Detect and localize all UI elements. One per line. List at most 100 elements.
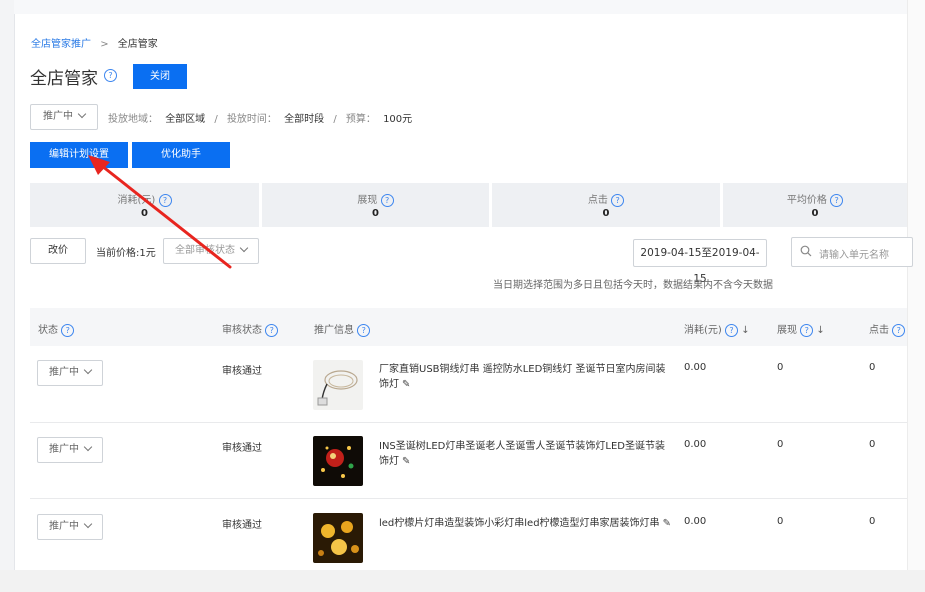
row-impressions: 0 [777, 362, 784, 373]
col-status: 状态 ? [38, 321, 75, 337]
row-clicks: 0 [869, 362, 876, 373]
row-clicks: 0 [869, 516, 876, 527]
product-thumbnail[interactable] [313, 360, 363, 410]
breadcrumb: 全店管家推广 > 全店管家 [31, 35, 158, 50]
help-icon[interactable]: ? [800, 324, 814, 337]
chevron-down-icon [83, 442, 93, 452]
stat-value: 0 [811, 208, 819, 219]
help-icon[interactable]: ? [892, 324, 906, 337]
row-status-dropdown[interactable]: 推广中 [37, 514, 103, 540]
row-divider [30, 498, 907, 499]
edit-pencil-icon[interactable]: ✎ [663, 516, 671, 531]
time-label: 投放时间： [226, 114, 277, 125]
row-clicks: 0 [869, 439, 876, 450]
stat-card-avg-price: 平均价格 ? 0 [723, 183, 907, 227]
help-icon[interactable]: ? [830, 194, 844, 207]
breadcrumb-separator: > [100, 39, 109, 50]
product-title-text: led柠檬片灯串造型装饰小彩灯串led柠檬造型灯串家居装饰灯串 [379, 518, 660, 529]
edit-pencil-icon[interactable]: ✎ [402, 454, 410, 469]
close-button[interactable]: 关闭 [133, 64, 187, 89]
stat-label: 展现 [357, 195, 378, 206]
stat-label: 平均价格 [786, 195, 827, 206]
row-product-title[interactable]: INS圣诞树LED灯串圣诞老人圣诞雪人圣诞节装饰灯LED圣诞节装饰灯 ✎ [379, 439, 671, 469]
stat-card-clicks: 点击 ? 0 [492, 183, 720, 227]
row-impressions: 0 [777, 439, 784, 450]
edit-pencil-icon[interactable]: ✎ [402, 377, 410, 392]
row-status-dropdown[interactable]: 推广中 [37, 437, 103, 463]
right-scroll-area[interactable] [907, 0, 925, 592]
top-edge [14, 0, 907, 14]
help-icon[interactable]: ? [61, 324, 75, 337]
status-dropdown-value: 推广中 [43, 111, 73, 122]
col-info-label: 推广信息 [314, 325, 354, 336]
help-icon[interactable]: ? [104, 69, 117, 82]
status-dropdown[interactable]: 推广中 [30, 104, 98, 130]
help-icon[interactable]: ? [611, 194, 625, 207]
date-range-picker[interactable]: 2019-04-15至2019-04-15 [633, 239, 767, 285]
row-audit-status: 审核通过 [222, 443, 262, 454]
chevron-down-icon [239, 243, 249, 253]
table-header [30, 308, 907, 346]
row-status-dropdown[interactable]: 推广中 [37, 360, 103, 386]
col-clicks-label: 点击 [869, 325, 889, 336]
row-status-value: 推广中 [49, 521, 79, 532]
product-title-text: INS圣诞树LED灯串圣诞老人圣诞雪人圣诞节装饰灯LED圣诞节装饰灯 [379, 441, 665, 467]
budget-label: 预算： [345, 114, 376, 125]
col-impressions-label: 展现 [777, 325, 797, 336]
col-audit: 审核状态 ? [222, 321, 279, 337]
product-image [317, 370, 358, 406]
row-audit-status: 审核通过 [222, 520, 262, 531]
help-icon[interactable]: ? [357, 324, 371, 337]
search-icon [800, 245, 812, 257]
region-label: 投放地域： [108, 114, 158, 125]
breadcrumb-parent-link[interactable]: 全店管家推广 [31, 39, 91, 50]
row-audit-status: 审核通过 [222, 366, 262, 377]
date-note: 当日期选择范围为多日且包括今天时，数据结果内不含今天数据 [493, 280, 773, 291]
product-thumbnail[interactable] [313, 436, 363, 486]
help-icon[interactable]: ? [725, 324, 738, 337]
change-price-button[interactable]: 改价 [30, 238, 86, 264]
chevron-down-icon [77, 109, 87, 119]
filter-separator: / [333, 114, 337, 125]
col-info: 推广信息 ? [314, 321, 371, 337]
page-title: 全店管家 [30, 69, 98, 89]
col-audit-label: 审核状态 [222, 325, 262, 336]
chevron-down-icon [83, 519, 93, 529]
stat-value: 0 [372, 208, 379, 219]
sort-down-icon[interactable]: ↓ [816, 325, 824, 336]
product-image [318, 521, 359, 556]
col-impressions[interactable]: 展现 ? ↓ [777, 321, 825, 337]
row-product-title[interactable]: led柠檬片灯串造型装饰小彩灯串led柠檬造型灯串家居装饰灯串 ✎ [379, 516, 679, 531]
row-impressions: 0 [777, 516, 784, 527]
search-placeholder: 请输入单元名称 [819, 250, 889, 261]
stat-card-impressions: 展现 ? 0 [262, 183, 489, 227]
product-image [321, 446, 354, 478]
stat-value: 0 [602, 208, 610, 219]
row-product-title[interactable]: 厂家直销USB铜线灯串 遥控防水LED铜线灯 圣诞节日室内房间装饰灯 ✎ [379, 362, 671, 392]
help-icon[interactable]: ? [380, 194, 394, 207]
col-status-label: 状态 [38, 325, 58, 336]
budget-value: 100元 [383, 114, 413, 125]
bottom-edge [0, 570, 925, 592]
product-thumbnail[interactable] [313, 513, 363, 563]
product-title-text: 厂家直销USB铜线灯串 遥控防水LED铜线灯 圣诞节日室内房间装饰灯 [379, 364, 666, 390]
breadcrumb-current: 全店管家 [117, 39, 158, 50]
plan-filters: 投放地域： 全部区域 / 投放时间： 全部时段 / 预算： 100元 [108, 110, 412, 125]
row-cost: 0.00 [684, 439, 707, 450]
stat-label: 点击 [587, 195, 608, 206]
row-status-value: 推广中 [49, 444, 79, 455]
time-value: 全部时段 [284, 114, 325, 125]
annotation-arrow-icon [88, 155, 232, 269]
filter-separator: / [214, 114, 218, 125]
sort-down-icon[interactable]: ↓ [741, 325, 749, 336]
chevron-down-icon [83, 365, 93, 375]
col-clicks[interactable]: 点击 ? [869, 321, 906, 337]
row-status-value: 推广中 [49, 367, 79, 378]
help-icon[interactable]: ? [265, 324, 279, 337]
col-cost[interactable]: 消耗(元) ? ↓ [684, 321, 750, 337]
row-divider [30, 422, 907, 423]
left-edge [0, 0, 15, 570]
col-cost-label: 消耗(元) [684, 325, 722, 336]
region-value: 全部区域 [165, 114, 206, 125]
search-box[interactable]: 请输入单元名称 [791, 237, 913, 267]
